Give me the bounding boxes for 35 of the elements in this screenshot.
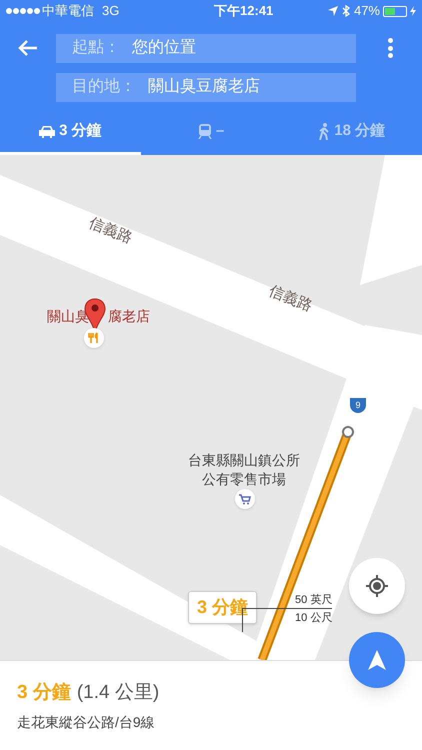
travel-mode-tab[interactable]: 18 分鐘 <box>281 111 422 155</box>
poi-label: 台東縣關山鎮公所 <box>188 451 300 470</box>
status-time: 下午12:41 <box>213 2 274 20</box>
destination-field[interactable]: 目的地： 關山臭豆腐老店 <box>56 72 356 102</box>
my-location-button[interactable] <box>349 558 405 614</box>
road-label: 信義路 <box>86 213 136 249</box>
my-location-icon <box>366 575 388 597</box>
shopping-cart-icon <box>235 489 255 509</box>
back-arrow-icon <box>18 40 38 56</box>
signal-icon <box>6 8 40 14</box>
route-via: 走花東縱谷公路/台9線 <box>17 712 156 732</box>
restaurant-icon <box>84 328 104 348</box>
location-icon <box>328 6 338 16</box>
travel-mode-tab[interactable]: – <box>140 111 282 155</box>
road-label: 信義路 <box>266 281 316 317</box>
charging-icon <box>410 6 416 16</box>
place-label: 關山臭 <box>47 307 89 326</box>
battery-icon <box>383 6 407 16</box>
carrier-label: 中華電信 <box>42 2 94 20</box>
place-label: 腐老店 <box>108 307 150 326</box>
more-options-button[interactable] <box>386 38 394 58</box>
highway-shield: 9 <box>350 398 366 413</box>
poi-label: 公有零售市場 <box>202 470 286 489</box>
scale-label: 10 公尺 <box>295 613 332 624</box>
route-duration: 3 分鐘 <box>17 681 71 705</box>
origin-field[interactable]: 起點： 您的位置 <box>56 34 356 62</box>
car-icon <box>39 125 56 138</box>
bluetooth-icon <box>342 5 350 17</box>
navigation-arrow-icon <box>368 650 386 670</box>
walking-person-icon <box>318 123 330 140</box>
route-distance: (1.4 公里) <box>76 681 160 705</box>
network-label: 3G <box>102 2 120 20</box>
train-icon <box>198 124 212 139</box>
battery-percent: 47% <box>354 2 380 20</box>
scale-label: 50 英尺 <box>295 595 332 606</box>
